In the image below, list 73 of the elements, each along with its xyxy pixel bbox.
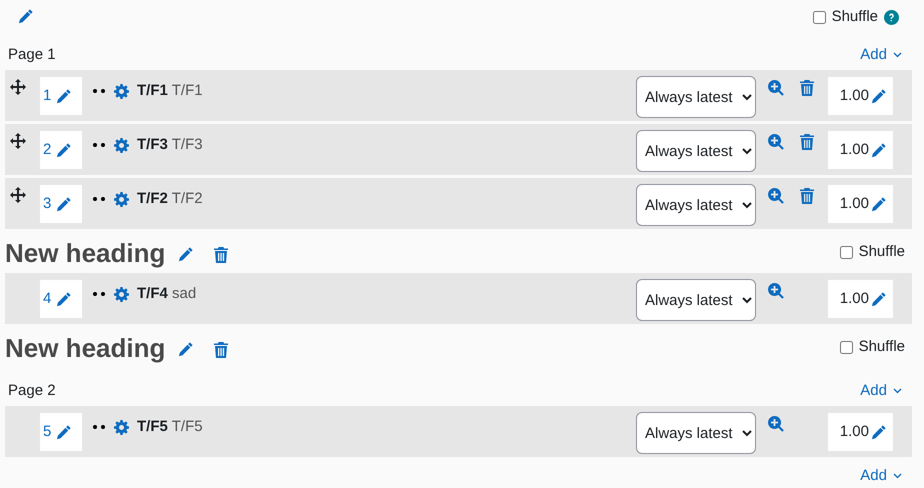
question-number-link[interactable]: 5 <box>40 413 82 451</box>
gear-icon[interactable] <box>114 138 129 153</box>
trash-icon[interactable] <box>800 80 814 96</box>
shuffle-checkbox[interactable] <box>840 341 853 354</box>
version-select[interactable]: Always latest <box>636 130 756 172</box>
question-name: T/F2 T/F2 <box>137 189 203 209</box>
pencil-icon[interactable] <box>17 8 34 24</box>
page-label: Page 1 <box>8 44 56 65</box>
shuffle-label: Shuffle <box>858 242 905 262</box>
help-icon[interactable] <box>884 10 899 24</box>
max-mark-field[interactable]: 1.00 <box>828 77 893 115</box>
pencil-icon <box>870 142 887 158</box>
trash-icon[interactable] <box>800 188 814 204</box>
drag-dots-icon <box>93 197 106 202</box>
add-menu-link[interactable]: Add <box>860 381 902 401</box>
caret-icon <box>893 473 902 479</box>
zoom-in-icon[interactable] <box>768 416 784 432</box>
zoom-in-icon[interactable] <box>768 80 784 96</box>
version-select[interactable]: Always latest <box>636 279 756 321</box>
trash-icon[interactable] <box>214 342 228 358</box>
question-name: T/F4 sad <box>137 284 196 304</box>
max-mark-field[interactable]: 1.00 <box>828 413 893 451</box>
gear-icon[interactable] <box>114 420 129 435</box>
pencil-icon <box>870 424 887 440</box>
gear-icon[interactable] <box>114 192 129 207</box>
zoom-in-icon[interactable] <box>768 283 784 299</box>
drag-dots-icon <box>93 292 106 296</box>
gear-icon[interactable] <box>114 84 129 99</box>
drag-dots-icon <box>93 143 106 148</box>
drag-dots-icon <box>93 89 106 94</box>
question-number-link[interactable]: 1 <box>40 77 82 115</box>
page-label: Page 2 <box>8 380 56 401</box>
drag-dots-icon <box>93 425 106 430</box>
gear-icon[interactable] <box>114 286 129 302</box>
add-menu-link[interactable]: Add <box>860 45 902 65</box>
version-select[interactable]: Always latest <box>636 412 756 454</box>
section-heading: New heading <box>5 334 166 360</box>
pencil-icon <box>55 290 72 308</box>
question-name: T/F1 T/F1 <box>137 81 203 101</box>
move-icon[interactable] <box>10 187 26 204</box>
pencil-icon <box>55 88 72 104</box>
max-mark-field[interactable]: 1.00 <box>828 185 893 223</box>
zoom-in-icon[interactable] <box>768 188 784 204</box>
shuffle-label: Shuffle <box>832 6 878 27</box>
pencil-icon <box>55 424 72 440</box>
pencil-icon[interactable] <box>177 246 194 263</box>
max-mark-field[interactable]: 1.00 <box>828 280 893 318</box>
caret-icon <box>893 52 902 58</box>
trash-icon[interactable] <box>800 134 814 150</box>
pencil-icon <box>870 196 887 212</box>
shuffle-checkbox[interactable] <box>812 10 826 24</box>
pencil-icon[interactable] <box>177 341 194 358</box>
pencil-icon <box>55 142 72 158</box>
question-number-link[interactable]: 3 <box>40 185 82 223</box>
max-mark-field[interactable]: 1.00 <box>828 131 893 169</box>
shuffle-label: Shuffle <box>858 337 905 358</box>
version-select[interactable]: Always latest <box>636 76 756 118</box>
move-icon[interactable] <box>10 133 26 150</box>
add-menu-link[interactable]: Add <box>860 466 902 486</box>
move-icon[interactable] <box>10 79 26 96</box>
question-number-link[interactable]: 4 <box>40 280 82 318</box>
pencil-icon <box>55 196 72 212</box>
question-name: T/F3 T/F3 <box>137 135 203 155</box>
section-heading: New heading <box>5 240 166 266</box>
shuffle-checkbox[interactable] <box>840 246 853 259</box>
caret-icon <box>893 388 902 394</box>
question-name: T/F5 T/F5 <box>137 417 203 437</box>
trash-icon[interactable] <box>214 246 228 262</box>
pencil-icon <box>870 290 887 308</box>
pencil-icon <box>870 88 887 104</box>
question-number-link[interactable]: 2 <box>40 131 82 169</box>
version-select[interactable]: Always latest <box>636 184 756 226</box>
zoom-in-icon[interactable] <box>768 134 784 150</box>
